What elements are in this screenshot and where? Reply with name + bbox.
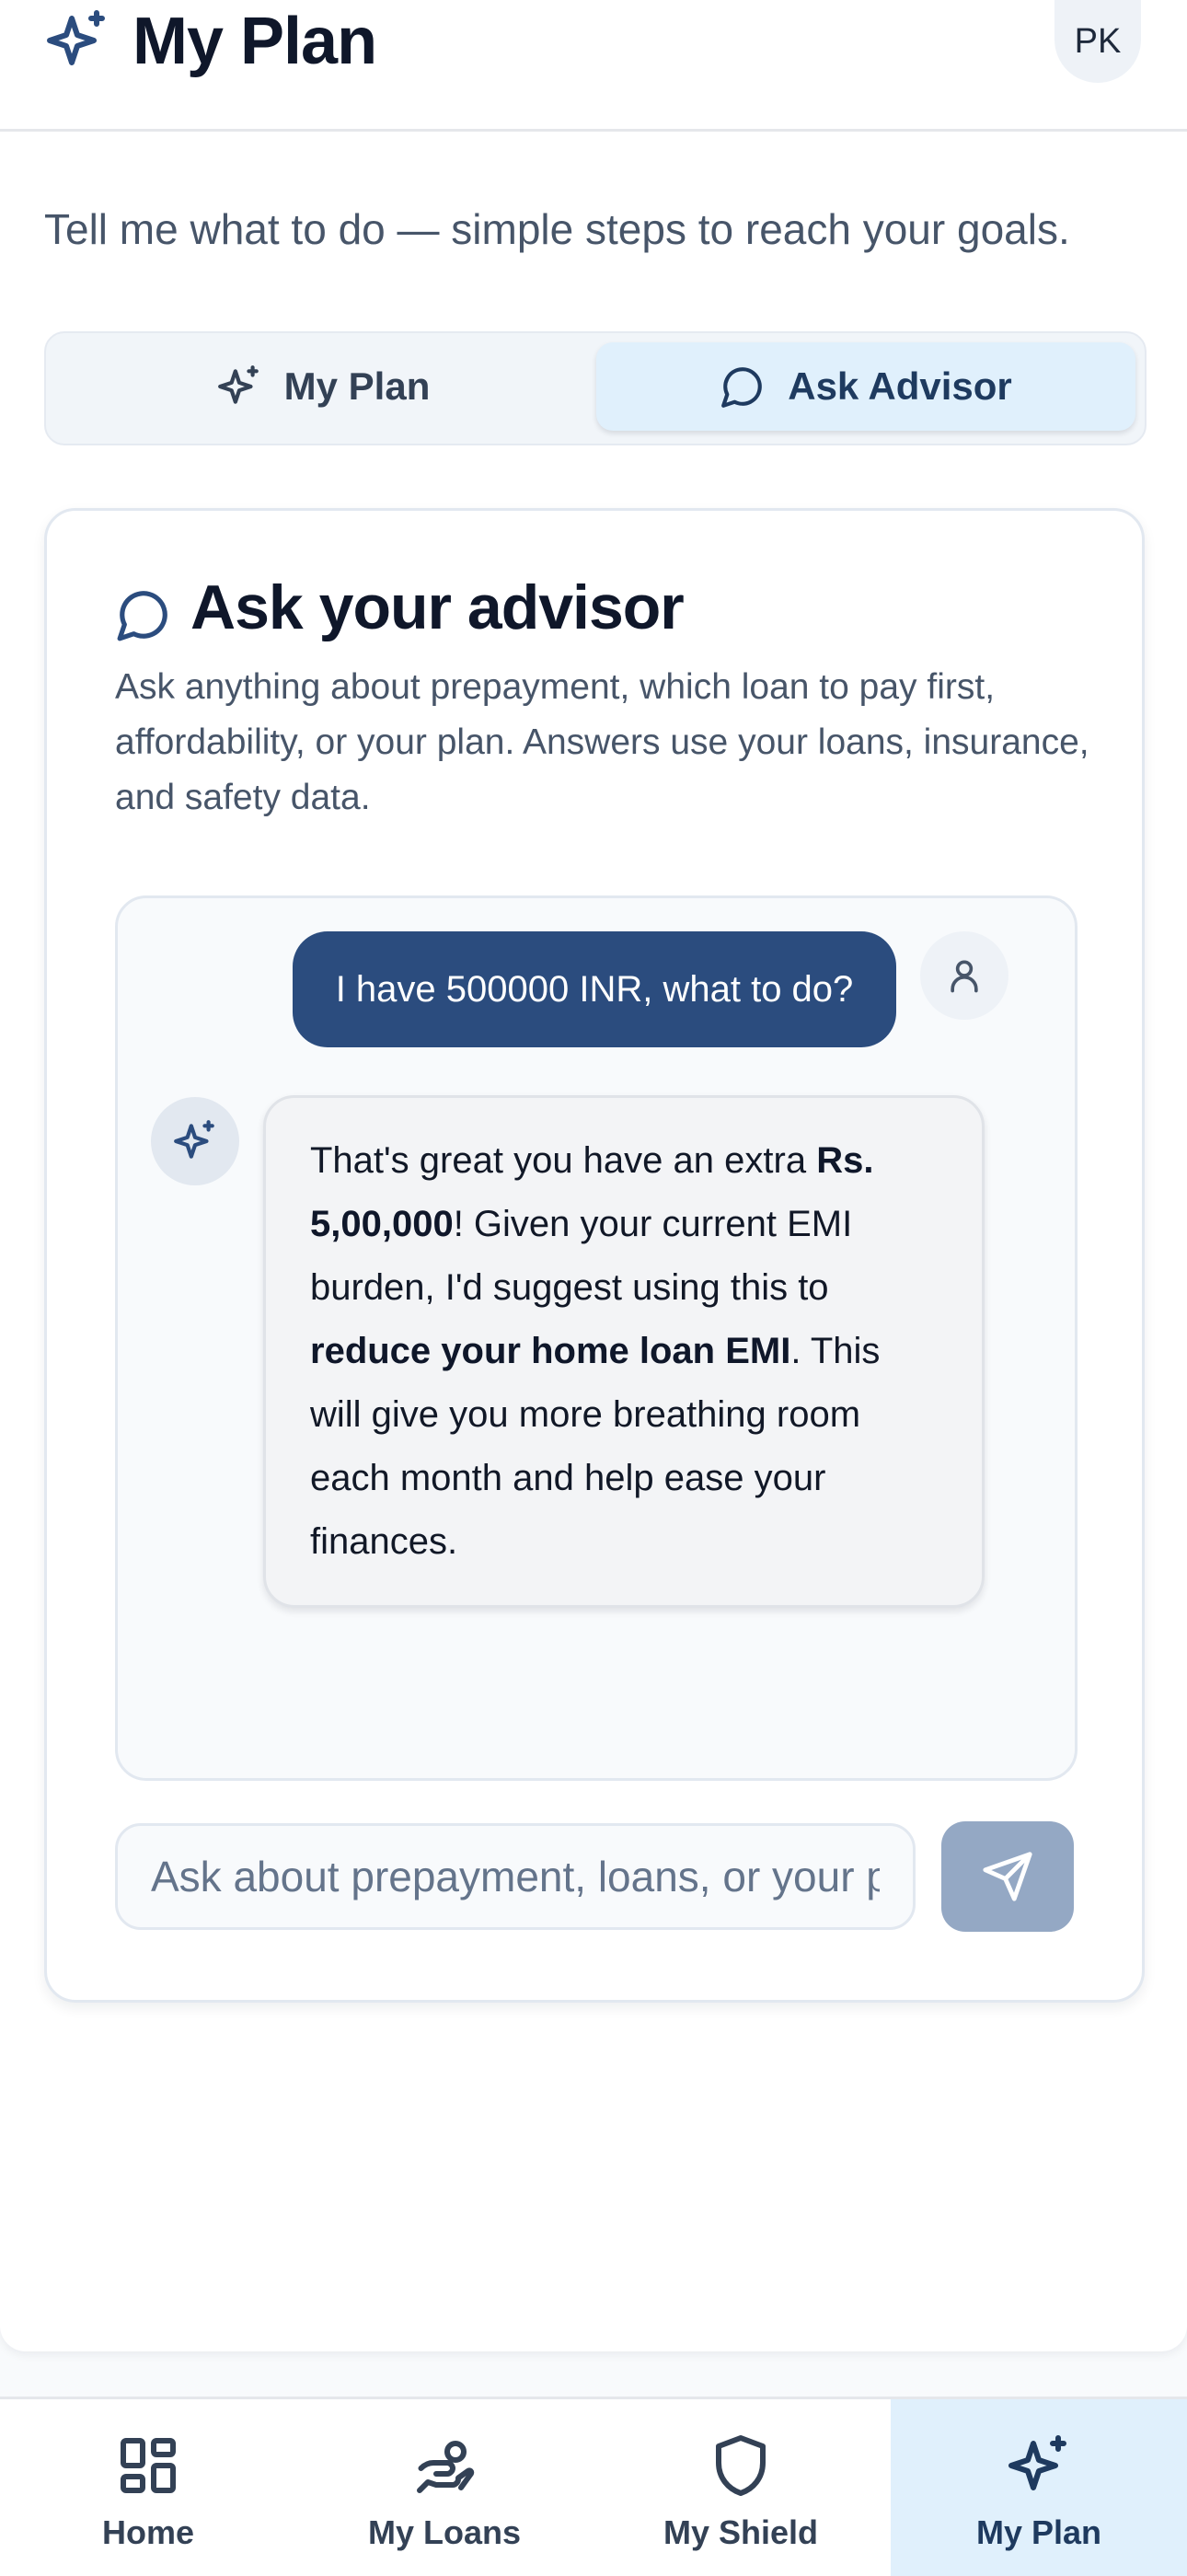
chat-thread[interactable]: I have 500000 INR, what to do? That's gr…	[115, 895, 1078, 1781]
user-message: I have 500000 INR, what to do?	[293, 931, 896, 1047]
card-title: Ask your advisor	[190, 572, 685, 642]
chat-bubble-icon	[721, 367, 763, 408]
page-title: My Plan	[133, 5, 377, 78]
sparkles-icon	[1008, 2435, 1066, 2490]
nav-label: My Shield	[663, 2513, 819, 2551]
nav-label: My Loans	[367, 2513, 522, 2551]
ask-input[interactable]	[115, 1823, 916, 1930]
user-avatar	[920, 931, 1008, 1020]
advisor-avatar	[151, 1097, 239, 1185]
nav-label: Home	[101, 2513, 195, 2551]
tab-label: Ask Advisor	[788, 364, 1012, 408]
advisor-card: Ask your advisor Ask anything about prep…	[44, 508, 1145, 2003]
page-subtitle: Tell me what to do — simple steps to rea…	[44, 205, 1070, 253]
app-header: My Plan PK	[0, 0, 1187, 132]
view-tabs: My Plan Ask Advisor	[44, 331, 1147, 445]
advisor-message: That's great you have an extra Rs. 5,00,…	[263, 1095, 985, 1608]
nav-item-home[interactable]: Home	[0, 2399, 296, 2576]
send-button[interactable]	[941, 1821, 1074, 1932]
hand-coins-icon	[417, 2441, 475, 2493]
chat-bubble-icon	[117, 591, 167, 641]
card-description: Ask anything about prepayment, which loa…	[115, 667, 1089, 817]
sparkles-icon	[174, 1120, 214, 1159]
nav-label: My Plan	[975, 2513, 1102, 2551]
grid-icon	[121, 2438, 176, 2493]
send-icon	[983, 1852, 1032, 1901]
nav-item-my-shield[interactable]: My Shield	[593, 2399, 889, 2576]
tab-my-plan[interactable]: My Plan	[53, 342, 593, 431]
nav-item-my-plan[interactable]: My Plan	[891, 2399, 1187, 2576]
sparkles-icon	[217, 365, 259, 404]
message-text: That's great you have an extra	[310, 1140, 817, 1181]
avatar[interactable]: PK	[1054, 0, 1141, 83]
tab-label: My Plan	[283, 364, 431, 408]
message-highlight: reduce your home loan EMI	[310, 1331, 791, 1371]
shield-icon	[716, 2435, 766, 2496]
sparkles-icon	[47, 10, 105, 65]
nav-item-my-loans[interactable]: My Loans	[296, 2399, 593, 2576]
app-screen: My Plan PK Tell me what to do — simple s…	[0, 0, 1187, 2351]
tab-ask-advisor[interactable]: Ask Advisor	[596, 342, 1135, 431]
bottom-nav: Home My Loans My Shield My Plan	[0, 2397, 1187, 2576]
user-icon	[951, 960, 978, 993]
